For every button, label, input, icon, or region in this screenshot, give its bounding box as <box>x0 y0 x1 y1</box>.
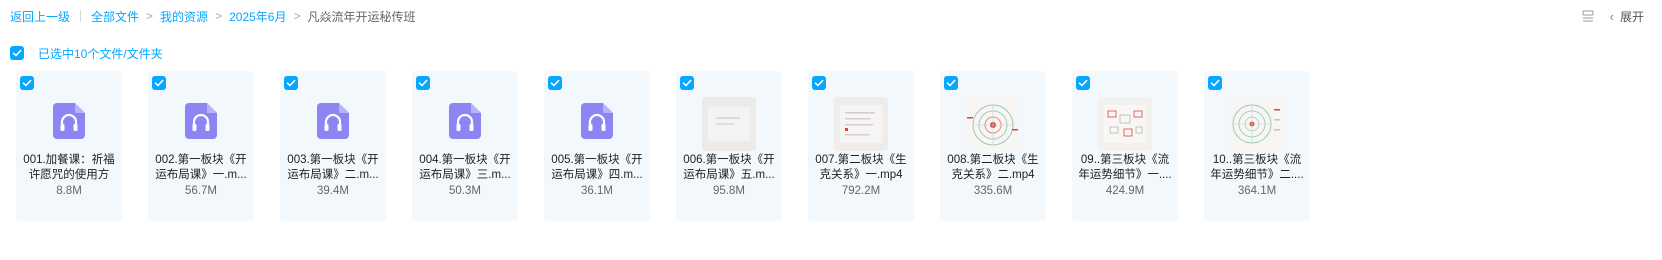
file-card[interactable]: 10..第三板块《流年运势细节》二.... 364.1M <box>1204 71 1310 221</box>
file-name[interactable]: 008.第二板块《生克关系》二.mp4 <box>946 153 1040 183</box>
video-thumbnail <box>702 97 756 151</box>
file-size: 95.8M <box>713 185 745 197</box>
file-size: 8.8M <box>56 185 82 197</box>
video-thumbnail <box>1098 97 1152 151</box>
file-checkbox[interactable] <box>1076 76 1090 90</box>
file-card[interactable]: 09..第三板块《流年运势细节》一.... 424.9M <box>1072 71 1178 221</box>
audio-file-icon <box>449 103 481 139</box>
file-size: 424.9M <box>1105 185 1145 197</box>
file-size: 50.3M <box>449 185 481 197</box>
file-card[interactable]: 006.第一板块《开运布局课》五.m... 95.8M <box>676 71 782 221</box>
back-link[interactable]: 返回上一级 <box>10 8 70 25</box>
file-size: 792.2M <box>841 185 881 197</box>
file-name[interactable]: 007.第二板块《生克关系》一.mp4 <box>814 153 908 183</box>
chevron-left-icon[interactable]: ‹ <box>1610 9 1614 24</box>
file-card[interactable]: 002.第一板块《开运布局课》一.m... 56.7M <box>148 71 254 221</box>
video-thumbnail <box>834 97 888 151</box>
file-card[interactable]: 003.第一板块《开运布局课》二.m... 39.4M <box>280 71 386 221</box>
file-checkbox[interactable] <box>416 76 430 90</box>
breadcrumb-separator-icon: > <box>146 9 154 23</box>
toolbar-right: ‹ 展开 <box>1582 6 1644 26</box>
file-size: 56.7M <box>185 185 217 197</box>
file-size: 335.6M <box>973 185 1013 197</box>
file-size: 36.1M <box>581 185 613 197</box>
file-checkbox[interactable] <box>152 76 166 90</box>
file-name[interactable]: 09..第三板块《流年运势细节》一.... <box>1078 153 1172 183</box>
audio-file-icon <box>53 103 85 139</box>
expand-button[interactable]: 展开 <box>1620 8 1644 25</box>
file-card[interactable]: 004.第一板块《开运布局课》三.m... 50.3M <box>412 71 518 221</box>
file-name[interactable]: 10..第三板块《流年运势细节》二.... <box>1210 153 1304 183</box>
audio-file-icon <box>317 103 349 139</box>
file-name[interactable]: 003.第一板块《开运布局课》二.m... <box>286 153 380 183</box>
breadcrumb-current: 凡焱流年开运秘传班 <box>307 9 416 24</box>
breadcrumb-divider <box>80 10 82 22</box>
audio-file-icon <box>581 103 613 139</box>
selection-bar: 已选中10个文件/文件夹 <box>10 45 163 61</box>
breadcrumb: 返回上一级 全部文件 > 我的资源 > 2025年6月 > 凡焱流年开运秘传班 <box>10 6 415 26</box>
file-card[interactable]: 007.第二板块《生克关系》一.mp4 792.2M <box>808 71 914 221</box>
file-size: 364.1M <box>1237 185 1277 197</box>
file-checkbox[interactable] <box>1208 76 1222 90</box>
file-card[interactable]: 001.加餐课：祈福许愿咒的使用方 8.8M <box>16 71 122 221</box>
file-name[interactable]: 001.加餐课：祈福许愿咒的使用方 <box>22 153 116 183</box>
breadcrumb-separator-icon: > <box>215 9 223 23</box>
file-checkbox[interactable] <box>680 76 694 90</box>
file-name[interactable]: 006.第一板块《开运布局课》五.m... <box>682 153 776 183</box>
select-all-checkbox[interactable] <box>10 46 24 60</box>
breadcrumb-all-files[interactable]: 全部文件 <box>91 8 139 25</box>
breadcrumb-month[interactable]: 2025年6月 <box>229 8 286 25</box>
file-card[interactable]: 005.第一板块《开运布局课》四.m... 36.1M <box>544 71 650 221</box>
breadcrumb-separator-icon: > <box>293 9 301 23</box>
selection-count: 已选中10个文件/文件夹 <box>38 46 163 61</box>
file-size: 39.4M <box>317 185 349 197</box>
file-checkbox[interactable] <box>284 76 298 90</box>
file-checkbox[interactable] <box>548 76 562 90</box>
list-view-icon[interactable] <box>1582 10 1594 22</box>
file-name[interactable]: 002.第一板块《开运布局课》一.m... <box>154 153 248 183</box>
file-checkbox[interactable] <box>944 76 958 90</box>
file-checkbox[interactable] <box>20 76 34 90</box>
file-card[interactable]: 008.第二板块《生克关系》二.mp4 335.6M <box>940 71 1046 221</box>
breadcrumb-my-resources[interactable]: 我的资源 <box>160 8 208 25</box>
audio-file-icon <box>185 103 217 139</box>
file-name[interactable]: 005.第一板块《开运布局课》四.m... <box>550 153 644 183</box>
file-name[interactable]: 004.第一板块《开运布局课》三.m... <box>418 153 512 183</box>
video-thumbnail <box>966 97 1020 151</box>
file-checkbox[interactable] <box>812 76 826 90</box>
video-thumbnail <box>1230 97 1284 151</box>
